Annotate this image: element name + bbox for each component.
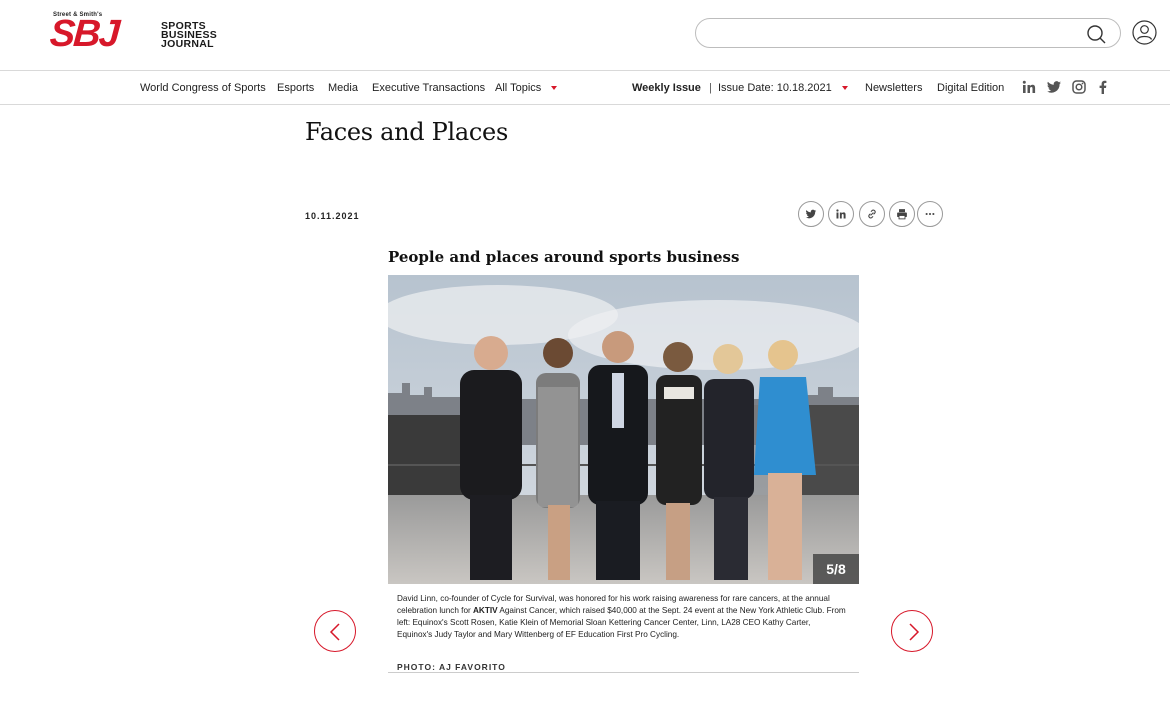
instagram-icon[interactable] (1071, 79, 1087, 95)
caption-bold: AKTIV (473, 606, 498, 615)
nav-executive-transactions[interactable]: Executive Transactions (372, 82, 485, 94)
logo-abbr: SBJ (48, 13, 120, 55)
chevron-left-icon (329, 623, 340, 641)
more-icon (925, 212, 935, 216)
twitter-icon[interactable] (1046, 79, 1062, 95)
issue-date-label: Issue Date: 10.18.2021 (718, 82, 832, 94)
nav-all-topics-label: All Topics (495, 82, 542, 94)
search-input[interactable] (710, 24, 1070, 44)
photo-credit: PHOTO: AJ FAVORITO (397, 662, 506, 672)
caret-down-icon (841, 86, 848, 91)
gallery-photo: 5/8 (388, 275, 859, 584)
linkedin-icon[interactable] (1021, 79, 1037, 95)
twitter-icon (805, 209, 817, 219)
digital-edition-link[interactable]: Digital Edition (937, 82, 1004, 94)
rooftop-group-photo (388, 275, 859, 584)
article-date: 10.11.2021 (305, 211, 360, 221)
chevron-right-icon (909, 623, 920, 641)
share-linkedin-button[interactable] (828, 201, 854, 227)
weekly-issue-link[interactable]: Weekly Issue (632, 82, 701, 94)
nav-separator: | (709, 82, 712, 94)
search-icon[interactable] (1086, 24, 1106, 44)
linkedin-icon (836, 209, 846, 219)
print-button[interactable] (889, 201, 915, 227)
more-share-button[interactable] (917, 201, 943, 227)
previous-slide-button[interactable] (314, 610, 356, 652)
divider (388, 672, 859, 673)
nav-world-congress[interactable]: World Congress of Sports (140, 82, 266, 94)
nav-esports[interactable]: Esports (277, 82, 314, 94)
main-nav: World Congress of Sports Esports Media E… (0, 71, 1170, 105)
newsletters-link[interactable]: Newsletters (865, 82, 922, 94)
gallery-counter: 5/8 (813, 554, 859, 584)
share-twitter-button[interactable] (798, 201, 824, 227)
print-icon (897, 209, 907, 220)
copy-link-button[interactable] (859, 201, 885, 227)
facebook-icon[interactable] (1095, 79, 1111, 95)
account-icon[interactable] (1132, 20, 1157, 45)
nav-all-topics[interactable]: All Topics (495, 82, 558, 94)
sbj-logo[interactable]: Street & Smith's SBJ SPORTS BUSINESS JOU… (48, 12, 240, 55)
photo-caption: David Linn, co-founder of Cycle for Surv… (397, 593, 847, 641)
logo-words: SPORTS BUSINESS JOURNAL (161, 21, 217, 50)
next-slide-button[interactable] (891, 610, 933, 652)
issue-date-dropdown[interactable]: Issue Date: 10.18.2021 (718, 82, 848, 94)
nav-media[interactable]: Media (328, 82, 358, 94)
link-icon (868, 209, 876, 219)
logo-word: JOURNAL (161, 38, 214, 50)
article-title: Faces and Places (305, 118, 508, 146)
gallery-title: People and places around sports business (388, 248, 740, 266)
search-box (695, 18, 1121, 48)
caret-down-icon (551, 86, 558, 91)
site-header: Street & Smith's SBJ SPORTS BUSINESS JOU… (0, 0, 1170, 71)
